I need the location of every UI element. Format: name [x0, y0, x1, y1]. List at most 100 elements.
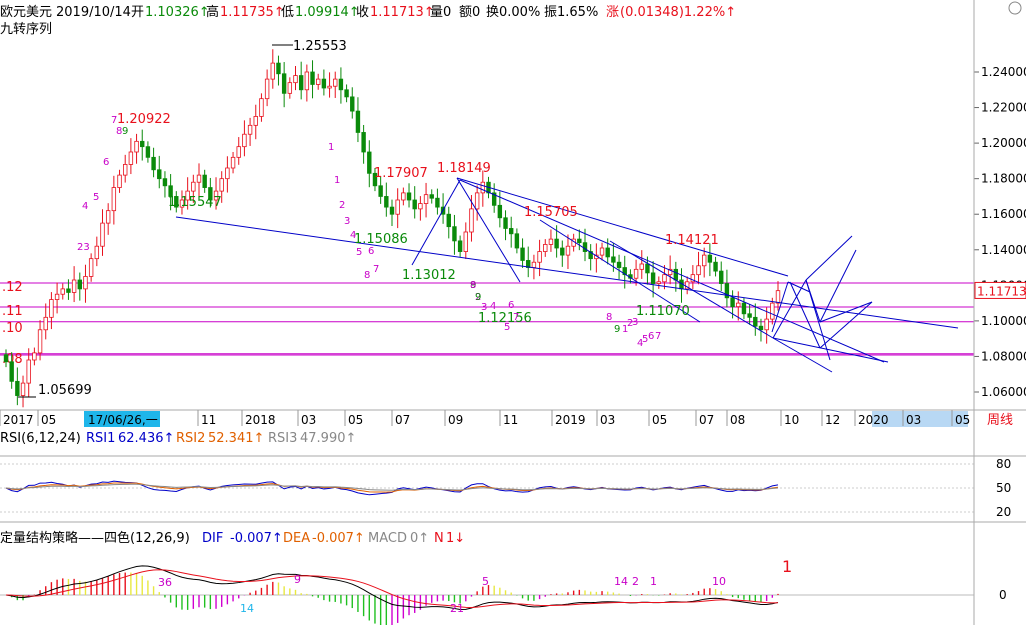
td-count-digit: 1 [328, 142, 334, 153]
candle-body [32, 352, 37, 361]
candle-body [333, 78, 338, 87]
candle-body [753, 316, 758, 327]
header-bar: 欧元美元 2019/10/14 开 1.10326↑ 高 1.11735↑ 低 … [0, 4, 736, 37]
candle-body [611, 256, 616, 263]
macd-tick-label: 0 [999, 588, 1007, 602]
candle-body [423, 194, 429, 204]
rsi-panel: RSI(6,12,24) RSI1 62.436↑ RSI2 52.341↑ R… [0, 431, 1026, 457]
macd-histogram: 0 36 14 9 5 14 2 1 10 21 [0, 565, 1007, 627]
candle-body [480, 181, 486, 194]
period-label[interactable]: 周线 [987, 413, 1013, 428]
candle-body [77, 279, 82, 290]
candle-body [384, 196, 389, 208]
candle-body [474, 192, 480, 210]
x-tick-label: 07 [699, 413, 714, 427]
candle-body [713, 261, 718, 272]
td-count-digit: 9 [475, 292, 481, 303]
candle-body [548, 238, 554, 245]
rsi-series-line [5, 483, 779, 491]
td-count-digit: 8 [470, 280, 476, 291]
candle-body [281, 73, 287, 94]
low-label: 低 [281, 5, 294, 20]
td-count-digit: 6 [508, 300, 514, 311]
candle-body [140, 140, 145, 148]
td-count-digit: 7 [111, 115, 117, 126]
candle-body [310, 71, 315, 85]
candle-body [770, 302, 775, 320]
y-tick-label: 1.14000 [981, 243, 1026, 257]
trend-line [819, 301, 873, 323]
candle-body [350, 96, 355, 112]
candle-body [435, 197, 440, 208]
macd-count-digit: 9 [294, 573, 301, 586]
price-extreme-label: 1.15547 [168, 195, 222, 210]
rsi-tick-label: 50 [996, 481, 1011, 495]
candle-body [361, 132, 366, 153]
rsi2-name: RSI2 [176, 431, 205, 446]
candle-body [219, 178, 224, 192]
candle-body [247, 124, 253, 135]
candle-body [202, 174, 207, 188]
x-tick-label: 11 [503, 413, 518, 427]
current-price-label: 1.11713 [977, 284, 1026, 298]
price-extreme-label: 1.15705 [524, 205, 578, 220]
price-extreme-label: 1.11070 [636, 304, 690, 319]
candle-body [650, 272, 656, 284]
candle-body [105, 210, 111, 224]
chart-root: 欧元美元 2019/10/14 开 1.10326↑ 高 1.11735↑ 低 … [0, 0, 1026, 627]
candle-body [338, 78, 344, 91]
candle-body [88, 258, 94, 277]
x-tick-label: 2018 [245, 413, 276, 427]
candle-body [758, 325, 764, 331]
x-tick-label: 03 [301, 413, 316, 427]
high-label: 高 [206, 4, 219, 20]
x-tick-label: 03 [906, 413, 921, 427]
price-extreme-label: 1.20922 [117, 112, 171, 127]
td-count-digit: 4 [350, 230, 356, 241]
candle-body [145, 146, 151, 158]
candle-body [259, 98, 264, 117]
td-count-digit: 6 [103, 157, 109, 168]
candle-body [616, 261, 622, 268]
rsi-tick-label: 20 [996, 505, 1011, 519]
left-level-label: .10 [2, 321, 23, 336]
rsi-title: RSI(6,12,24) [0, 431, 81, 446]
open-label: 开 [131, 5, 144, 20]
candle-body [321, 78, 327, 89]
candle-body [418, 203, 423, 210]
candle-body [605, 247, 610, 258]
candle-body [730, 297, 735, 308]
candle-body [565, 245, 571, 256]
time-x-axis: 2017 05 17/06/26,一 11 2018 03 05 07 09 11 2019 03 05… [0, 409, 1026, 428]
td-count-digit: 3 [481, 302, 487, 313]
td-count-digit: 9 [122, 126, 128, 137]
candle-body [656, 281, 661, 284]
macd-name: MACD [368, 531, 407, 546]
price-extreme-label: 1.05699 [38, 383, 92, 398]
volume-text: 量0 [430, 5, 451, 20]
macd-count-digit: 14 [240, 602, 254, 615]
td-count-digit: 8 [364, 270, 370, 281]
candle-body [191, 181, 196, 192]
n-value: 1↓ [446, 531, 465, 546]
td-count-digit: 2 [339, 200, 345, 211]
y-tick-label: 1.10000 [981, 314, 1026, 328]
rsi2-value: 52.341↑ [208, 431, 264, 446]
options-icon[interactable] [1008, 1, 1022, 15]
candle-body [128, 151, 134, 165]
td-count-digit: 3 [632, 317, 638, 328]
price-extreme-label: 1.14121 [665, 233, 719, 248]
rsi3-name: RSI3 [268, 431, 297, 446]
rsi3-value: 47.990↑ [300, 431, 356, 446]
candle-body [543, 244, 548, 252]
candle-body [123, 164, 128, 176]
candle-body [355, 110, 361, 133]
candle-body [633, 268, 639, 279]
candle-body [20, 382, 26, 396]
turnover-text: 换0.00% [486, 5, 540, 20]
amplitude-text: 振1.65% [544, 5, 598, 20]
y-tick-label: 1.08000 [981, 349, 1026, 363]
y-tick-label: 1.22000 [981, 101, 1026, 115]
candle-body [446, 213, 451, 228]
td-count-digit: 23 [77, 242, 90, 253]
